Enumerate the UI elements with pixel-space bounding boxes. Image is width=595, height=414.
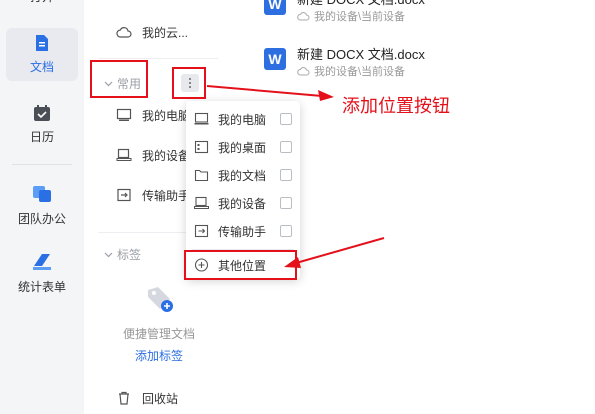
menu-item-checkbox[interactable] (280, 197, 292, 209)
folder-icon (194, 169, 209, 182)
sidebar-item-cloud[interactable]: 我的云... (84, 20, 224, 44)
sidebar-item-label: 我的电脑 (142, 108, 191, 123)
sidebar-divider (98, 58, 218, 59)
menu-item-label: 我的设备 (218, 196, 267, 211)
file-name: 新建 DOCX 文档.docx (297, 0, 425, 8)
rail-item-team[interactable]: 团队办公 (6, 184, 78, 227)
highlight-common-header (90, 60, 148, 98)
highlight-add-button (172, 67, 206, 99)
menu-item-checkbox[interactable] (280, 225, 292, 237)
device-icon (116, 148, 132, 161)
menu-item-my-desktop[interactable]: 我的桌面 (186, 133, 300, 161)
rail-item-forms[interactable]: 统计表单 (6, 252, 78, 295)
file-row[interactable]: W 新建 DOCX 文档.docx 我的设备\当前设备 (264, 0, 584, 29)
rail-item-open[interactable]: 打开 (6, 0, 78, 5)
rail-item-label: 统计表单 (17, 280, 66, 294)
sidebar-item-label: 回收站 (142, 391, 179, 406)
menu-item-checkbox[interactable] (280, 113, 292, 125)
sidebar-item-label: 我的设备 (142, 148, 191, 163)
menu-item-my-device[interactable]: 我的设备 (186, 189, 300, 217)
file-name: 新建 DOCX 文档.docx (297, 47, 425, 62)
rail-divider (12, 164, 72, 165)
tag-illustration-icon (148, 287, 173, 312)
calendar-icon (34, 105, 50, 121)
file-path-text: 我的设备\当前设备 (314, 11, 406, 23)
file-path-text: 我的设备\当前设备 (314, 66, 406, 78)
desktop-icon (194, 140, 209, 154)
menu-item-label: 我的文档 (218, 168, 267, 183)
rail-item-label: 文档 (29, 60, 54, 74)
menu-item-transfer[interactable]: 传输助手 (186, 217, 300, 245)
computer-icon (116, 108, 132, 121)
rail-item-documents[interactable]: 文档 (6, 28, 78, 81)
trash-icon (119, 391, 129, 405)
rail-item-label: 团队办公 (17, 212, 66, 226)
sidebar-item-label: 传输助手 (142, 188, 191, 203)
cloud-icon (116, 27, 132, 38)
highlight-other-location (184, 250, 297, 280)
rail-item-calendar[interactable]: 日历 (6, 104, 78, 145)
rail-item-label: 日历 (29, 130, 54, 144)
file-path: 我的设备\当前设备 (297, 8, 405, 24)
add-tag-link[interactable]: 添加标签 (84, 347, 234, 364)
computer-icon (194, 112, 209, 125)
word-file-icon: W (264, 0, 286, 15)
file-row[interactable]: W 新建 DOCX 文档.docx 我的设备\当前设备 (264, 44, 584, 84)
section-header-label: 标签 (117, 248, 142, 262)
cloud-icon (297, 12, 310, 21)
menu-item-label: 我的电脑 (218, 112, 267, 127)
file-path: 我的设备\当前设备 (297, 63, 405, 79)
sidebar-item-label: 我的云... (142, 25, 189, 40)
menu-item-label: 我的桌面 (218, 140, 267, 155)
menu-item-checkbox[interactable] (280, 141, 292, 153)
left-rail: 打开 文档 日历 团队办公 统计表单 (0, 0, 84, 414)
annotation-label: 添加位置按钮 (342, 96, 450, 116)
menu-item-my-computer[interactable]: 我的电脑 (186, 105, 300, 133)
chevron-down-icon (104, 252, 113, 258)
menu-item-my-documents[interactable]: 我的文档 (186, 161, 300, 189)
cloud-icon (297, 67, 310, 76)
team-icon (33, 186, 51, 202)
sidebar-item-recycle-bin[interactable]: 回收站 (84, 386, 224, 410)
menu-item-checkbox[interactable] (280, 169, 292, 181)
form-icon (33, 254, 51, 270)
transfer-icon (117, 188, 131, 202)
section-header-tags[interactable]: 标签 (104, 246, 141, 263)
rail-item-label: 打开 (30, 0, 54, 5)
transfer-icon (194, 224, 209, 238)
tags-empty-text: 便捷管理文档 (122, 327, 195, 341)
word-file-icon: W (264, 48, 286, 70)
device-icon (194, 196, 209, 209)
document-icon (36, 35, 48, 51)
menu-item-label: 传输助手 (218, 224, 267, 239)
